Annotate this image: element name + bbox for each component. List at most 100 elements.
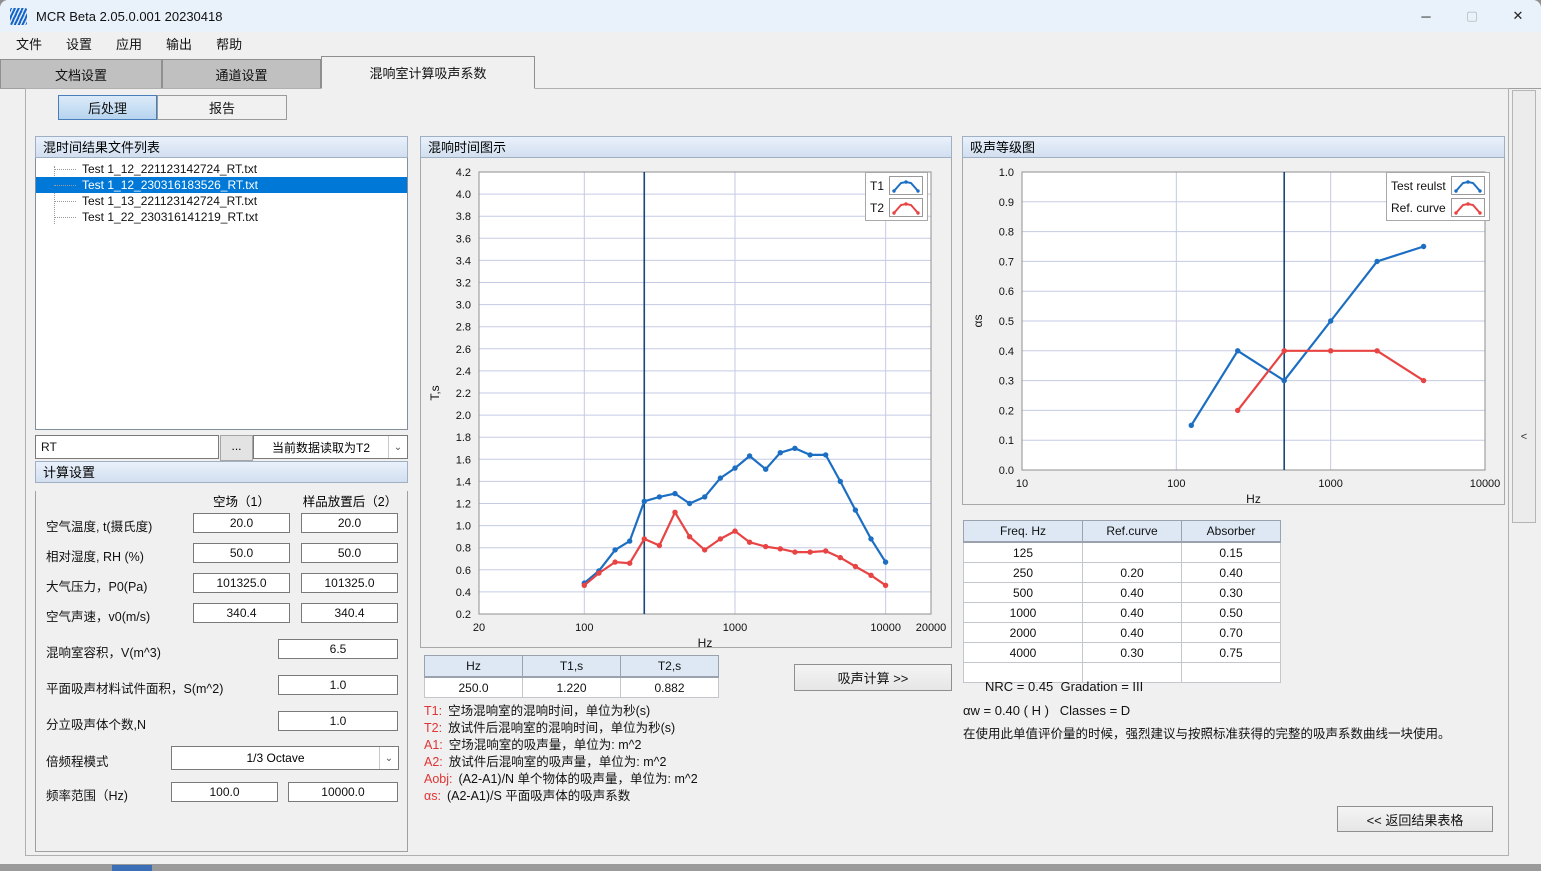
list-item[interactable]: Test 1_12_230316183526_RT.txt (36, 177, 407, 193)
calc-input-2[interactable] (301, 513, 398, 533)
calc-input-2[interactable] (301, 573, 398, 593)
rt-chart[interactable]: 0.20.40.60.81.01.21.41.61.82.02.22.42.62… (420, 158, 952, 648)
window-title: MCR Beta 2.05.0.001 20230418 (36, 9, 222, 24)
table-cell (1083, 542, 1182, 563)
svg-text:4.0: 4.0 (456, 189, 471, 201)
subtab-0[interactable]: 后处理 (58, 95, 157, 120)
list-item[interactable]: Test 1_12_221123142724_RT.txt (36, 161, 407, 177)
chevron-down-icon[interactable]: ⌄ (388, 436, 407, 458)
table-header: Hz (425, 656, 523, 678)
svg-text:0.3: 0.3 (999, 376, 1014, 388)
calc-input-1[interactable] (193, 543, 290, 563)
rt-file-list[interactable]: Test 1_12_221123142724_RT.txtTest 1_12_2… (35, 158, 408, 430)
freq-range-label: 频率范围（Hz) (46, 785, 128, 804)
close-button[interactable]: ✕ (1495, 0, 1541, 32)
menu-item-4[interactable]: 帮助 (204, 32, 254, 55)
table-row[interactable]: 20000.400.70 (964, 623, 1281, 643)
svg-text:1.6: 1.6 (456, 454, 471, 466)
collapse-left-icon[interactable]: < (1513, 431, 1535, 443)
table-row[interactable]: 2500.200.40 (964, 563, 1281, 583)
note-key: Aobj: (424, 772, 453, 786)
calc-row-label: 混响室容积，V(m^3) (46, 642, 161, 661)
data-read-combo[interactable]: 当前数据读取为T2 ⌄ (253, 435, 408, 459)
svg-text:T,s: T,s (428, 385, 442, 400)
menu-item-3[interactable]: 输出 (154, 32, 204, 55)
svg-text:2.0: 2.0 (456, 410, 471, 422)
grade-value-table[interactable]: Freq. HzRef.curveAbsorber1250.152500.200… (963, 520, 1281, 683)
rt-name-input[interactable] (35, 435, 219, 459)
menu-item-2[interactable]: 应用 (104, 32, 154, 55)
rt-value-table[interactable]: HzT1,sT2,s250.01.2200.882 (424, 655, 719, 698)
table-cell: 0.40 (1083, 603, 1182, 623)
list-item[interactable]: Test 1_13_221123142724_RT.txt (36, 193, 407, 209)
calc-input-2[interactable] (301, 543, 398, 563)
table-header: T2,s (621, 656, 719, 678)
svg-text:0.6: 0.6 (999, 286, 1014, 298)
calc-input-2[interactable] (301, 603, 398, 623)
freq-min-input[interactable] (171, 782, 278, 802)
calc-input-1[interactable] (193, 603, 290, 623)
svg-text:1.0: 1.0 (456, 521, 471, 533)
svg-text:1.0: 1.0 (999, 167, 1014, 179)
collapse-panel-strip[interactable]: < (1512, 90, 1536, 523)
chevron-down-icon[interactable]: ⌄ (379, 747, 398, 769)
svg-text:2.8: 2.8 (456, 322, 471, 334)
calc-input[interactable] (278, 639, 398, 659)
grade-chart-title: 吸声等级图 (962, 136, 1505, 158)
note-key: αs: (424, 789, 441, 803)
svg-text:10000: 10000 (870, 622, 901, 634)
tree-connector-icon (54, 185, 76, 186)
legend-entry: Ref. curve (1391, 198, 1485, 217)
table-cell: 1000 (964, 603, 1083, 623)
calc-settings-title: 计算设置 (35, 461, 408, 483)
table-cell: 0.15 (1182, 542, 1281, 563)
table-row[interactable]: 5000.400.30 (964, 583, 1281, 603)
svg-text:10000: 10000 (1470, 478, 1501, 490)
calc-input-1[interactable] (193, 513, 290, 533)
table-cell: 0.40 (1083, 583, 1182, 603)
svg-text:0.2: 0.2 (456, 609, 471, 621)
svg-text:3.6: 3.6 (456, 233, 471, 245)
freq-max-input[interactable] (288, 782, 398, 802)
table-cell: 0.70 (1182, 623, 1281, 643)
table-row[interactable]: 1250.15 (964, 542, 1281, 563)
tree-connector-icon (54, 169, 76, 170)
subtab-1[interactable]: 报告 (157, 95, 287, 120)
svg-text:2.4: 2.4 (456, 366, 471, 378)
table-row[interactable]: 40000.300.75 (964, 643, 1281, 663)
note-text: 空场混响室的混响时间，单位为秒(s) (448, 704, 650, 718)
tab-0[interactable]: 文档设置 (0, 59, 162, 88)
back-to-results-button[interactable]: << 返回结果表格 (1337, 806, 1493, 832)
octave-mode-value: 1/3 Octave (172, 751, 379, 765)
table-cell (1182, 663, 1281, 683)
calc-input[interactable] (278, 675, 398, 695)
menu-item-1[interactable]: 设置 (54, 32, 104, 55)
note-text: 放试件后混响室的吸声量，单位为: m^2 (449, 755, 667, 769)
table-row[interactable]: 250.01.2200.882 (425, 677, 719, 698)
taskbar-edge (0, 864, 1541, 871)
table-cell: 1.220 (523, 677, 621, 698)
grade-chart-legend: Test reulst Ref. curve (1386, 172, 1490, 221)
legend-label: Test reulst (1391, 179, 1446, 193)
rt-chart-svg: 0.20.40.60.81.01.21.41.61.82.02.22.42.62… (421, 158, 953, 647)
tab-1[interactable]: 通道设置 (162, 59, 321, 88)
tab-2[interactable]: 混响室计算吸声系数 (321, 56, 535, 89)
table-row[interactable]: 10000.400.50 (964, 603, 1281, 623)
browse-button[interactable]: ... (220, 435, 253, 461)
note-key: T1: (424, 704, 442, 718)
calc-input-1[interactable] (193, 573, 290, 593)
svg-text:0.0: 0.0 (999, 465, 1014, 477)
grade-chart[interactable]: 0.00.10.20.30.40.50.60.70.80.91.01010010… (962, 158, 1505, 505)
svg-text:0.6: 0.6 (456, 565, 471, 577)
calc-input[interactable] (278, 711, 398, 731)
absorb-calc-button[interactable]: 吸声计算 >> (794, 664, 952, 691)
rt-chart-legend: T1T2 (865, 172, 928, 221)
list-item[interactable]: Test 1_22_230316141219_RT.txt (36, 209, 407, 225)
menu-item-0[interactable]: 文件 (4, 32, 54, 55)
rt-chart-panel: 混响时间图示 0.20.40.60.81.01.21.41.61.82.02.2… (420, 136, 952, 648)
note-line: T1: 空场混响室的混响时间，单位为秒(s) (424, 703, 698, 720)
maximize-button[interactable]: ▢ (1449, 0, 1495, 32)
octave-mode-combo[interactable]: 1/3 Octave⌄ (171, 746, 399, 770)
minimize-button[interactable]: ─ (1403, 0, 1449, 32)
calc-row-label: 分立吸声体个数,N (46, 714, 146, 733)
